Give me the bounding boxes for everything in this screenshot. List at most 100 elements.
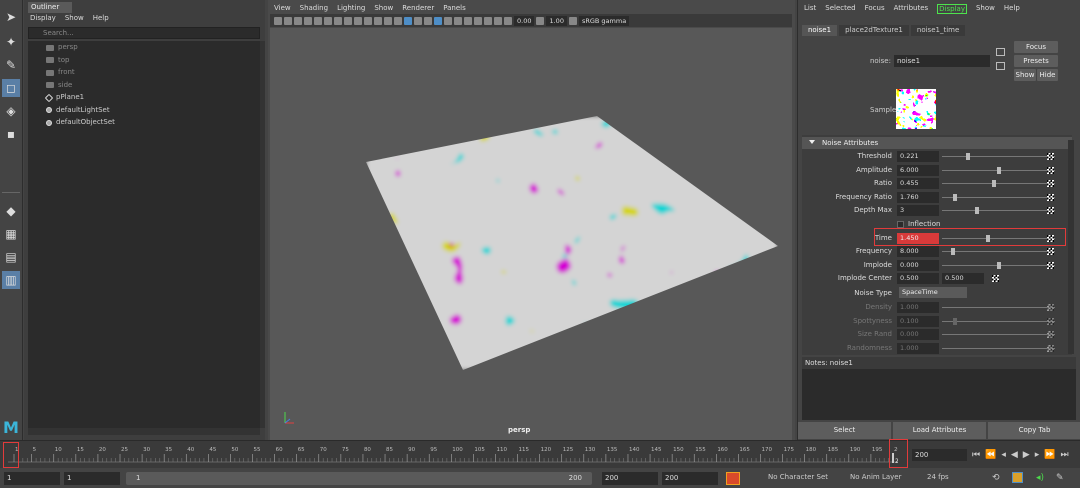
- textured-icon[interactable]: [404, 16, 412, 25]
- outliner-horizontal-scrollbar[interactable]: [28, 428, 260, 435]
- grease-pencil-icon[interactable]: ✎: [1056, 473, 1064, 483]
- viewport-menu-view[interactable]: View: [274, 4, 291, 12]
- notes-textarea[interactable]: [802, 369, 1076, 420]
- outliner-item[interactable]: top: [46, 55, 69, 66]
- step-back-frame-icon[interactable]: ◂: [1001, 450, 1006, 460]
- attr-menu-list[interactable]: List: [804, 4, 816, 14]
- map-texture-icon[interactable]: [992, 275, 999, 283]
- cache-playback-icon[interactable]: [1012, 472, 1023, 483]
- map-texture-icon[interactable]: [1047, 193, 1054, 201]
- load-attributes-button[interactable]: Load Attributes: [893, 422, 986, 439]
- wireframe-icon[interactable]: [384, 16, 392, 25]
- viewport-menu-show[interactable]: Show: [374, 4, 393, 12]
- implode-center-y-field[interactable]: 0.500: [942, 273, 984, 285]
- outliner-layout-icon[interactable]: ▥: [2, 271, 20, 289]
- bookmark-icon[interactable]: [294, 16, 302, 25]
- character-set-select[interactable]: No Character Set: [768, 473, 828, 481]
- attribute-slider-track[interactable]: [942, 210, 1055, 212]
- attribute-value-field[interactable]: 1.000: [897, 302, 939, 314]
- show-button[interactable]: Show: [1014, 69, 1036, 81]
- playback-range-bar[interactable]: 1 200: [126, 472, 592, 485]
- rotate-tool-icon[interactable]: ◈: [2, 102, 20, 120]
- xray-icon[interactable]: [434, 16, 442, 25]
- map-texture-icon[interactable]: [1047, 345, 1054, 352]
- attr-menu-help[interactable]: Help: [1004, 4, 1020, 14]
- attribute-value-field[interactable]: 0.221: [897, 151, 939, 162]
- map-texture-icon[interactable]: [1047, 153, 1054, 160]
- move-tool-icon[interactable]: ◻: [2, 79, 20, 97]
- paint-tool-icon[interactable]: ✎: [2, 56, 20, 74]
- anim-layer-select[interactable]: No Anim Layer: [850, 473, 901, 481]
- antialias-icon[interactable]: [464, 16, 472, 25]
- outliner-menu-display[interactable]: Display: [30, 14, 56, 22]
- map-texture-icon[interactable]: [1047, 317, 1054, 325]
- gate-mask-icon[interactable]: [344, 16, 352, 25]
- copy-tab-button[interactable]: Copy Tab: [988, 422, 1080, 439]
- loop-icon[interactable]: ⟲: [992, 473, 1000, 483]
- viewport-menu-panels[interactable]: Panels: [443, 4, 466, 12]
- exposure-icon[interactable]: [504, 16, 512, 25]
- safe-action-icon[interactable]: [364, 16, 372, 25]
- go-to-end-icon[interactable]: ⏭: [1060, 450, 1068, 460]
- attribute-value-field[interactable]: 0.100: [897, 315, 939, 327]
- animation-start-field[interactable]: 1: [4, 472, 60, 485]
- time-slider-track[interactable]: 1 5 10 15 20 25 30 35 40 45 50 55 60 65 70 75 80 85 90 95 10…: [8, 443, 898, 465]
- implode-center-x-field[interactable]: 0.500: [897, 273, 939, 285]
- attribute-slider-track[interactable]: [942, 196, 1055, 198]
- go-to-start-icon[interactable]: ⏮: [972, 450, 980, 460]
- attr-menu-selected[interactable]: Selected: [825, 4, 855, 14]
- resolution-gate-icon[interactable]: [334, 16, 342, 25]
- color-management-icon[interactable]: [568, 16, 577, 25]
- camera-icon[interactable]: [274, 16, 282, 25]
- viewport-canvas[interactable]: [270, 28, 792, 440]
- attribute-value-field[interactable]: 1.000: [897, 343, 939, 354]
- grid-icon[interactable]: [314, 16, 322, 25]
- film-gate-icon[interactable]: [324, 16, 332, 25]
- attribute-slider-track[interactable]: [942, 334, 1055, 336]
- inflection-checkbox[interactable]: [897, 221, 904, 228]
- outliner-menu-help[interactable]: Help: [93, 14, 109, 22]
- hide-button[interactable]: Hide: [1037, 69, 1058, 81]
- xray-joints-icon[interactable]: [444, 16, 452, 25]
- outliner-item[interactable]: side: [46, 80, 72, 91]
- step-forward-key-icon[interactable]: ⏩: [1044, 450, 1055, 460]
- outliner-item[interactable]: defaultObjectSet: [46, 117, 115, 128]
- use-lights-icon[interactable]: [414, 16, 422, 25]
- playback-start-field[interactable]: 1: [64, 472, 120, 485]
- presets-button[interactable]: Presets: [1014, 55, 1058, 67]
- auto-key-icon[interactable]: [726, 472, 740, 485]
- outliner-item[interactable]: defaultLightSet: [46, 105, 110, 116]
- attribute-slider-knob[interactable]: [950, 248, 955, 256]
- outliner-vertical-scrollbar[interactable]: [260, 41, 265, 428]
- exposure-field[interactable]: 0.00: [514, 15, 535, 26]
- outliner-item[interactable]: pPlane1: [44, 92, 84, 103]
- attribute-slider-track[interactable]: [942, 251, 1055, 253]
- attribute-slider-knob[interactable]: [997, 166, 1001, 174]
- attribute-slider-track[interactable]: [942, 156, 1055, 157]
- attribute-slider-knob[interactable]: [975, 207, 979, 215]
- attribute-value-field[interactable]: 0.000: [897, 259, 939, 271]
- input-connection-icon[interactable]: [996, 48, 1005, 56]
- select-button[interactable]: Select: [798, 422, 891, 439]
- noise-attributes-header[interactable]: Noise Attributes: [802, 137, 1072, 149]
- map-texture-icon[interactable]: [1047, 261, 1054, 269]
- attribute-slider-track[interactable]: [942, 307, 1055, 309]
- shadows-icon[interactable]: [424, 16, 432, 25]
- attribute-slider-knob[interactable]: [953, 317, 957, 325]
- noise-type-select[interactable]: SpaceTime: [899, 287, 967, 299]
- map-texture-icon[interactable]: [1047, 304, 1054, 312]
- map-texture-icon[interactable]: [1047, 248, 1054, 256]
- attribute-value-field[interactable]: 8.000: [897, 246, 939, 258]
- attribute-value-field[interactable]: 0.000: [897, 329, 939, 341]
- attribute-slider-track[interactable]: [942, 183, 1055, 185]
- map-texture-icon[interactable]: [1047, 166, 1054, 174]
- field-chart-icon[interactable]: [354, 16, 362, 25]
- viewport-menu-shading[interactable]: Shading: [300, 4, 328, 12]
- attribute-value-field[interactable]: 1.760: [897, 191, 939, 203]
- isolate-select-icon[interactable]: [484, 16, 492, 25]
- attribute-slider-knob[interactable]: [953, 193, 957, 201]
- step-forward-frame-icon[interactable]: ▸: [1035, 450, 1040, 460]
- step-back-key-icon[interactable]: ⏪: [985, 450, 996, 460]
- output-connection-icon[interactable]: [996, 62, 1005, 70]
- focus-button[interactable]: Focus: [1014, 41, 1058, 53]
